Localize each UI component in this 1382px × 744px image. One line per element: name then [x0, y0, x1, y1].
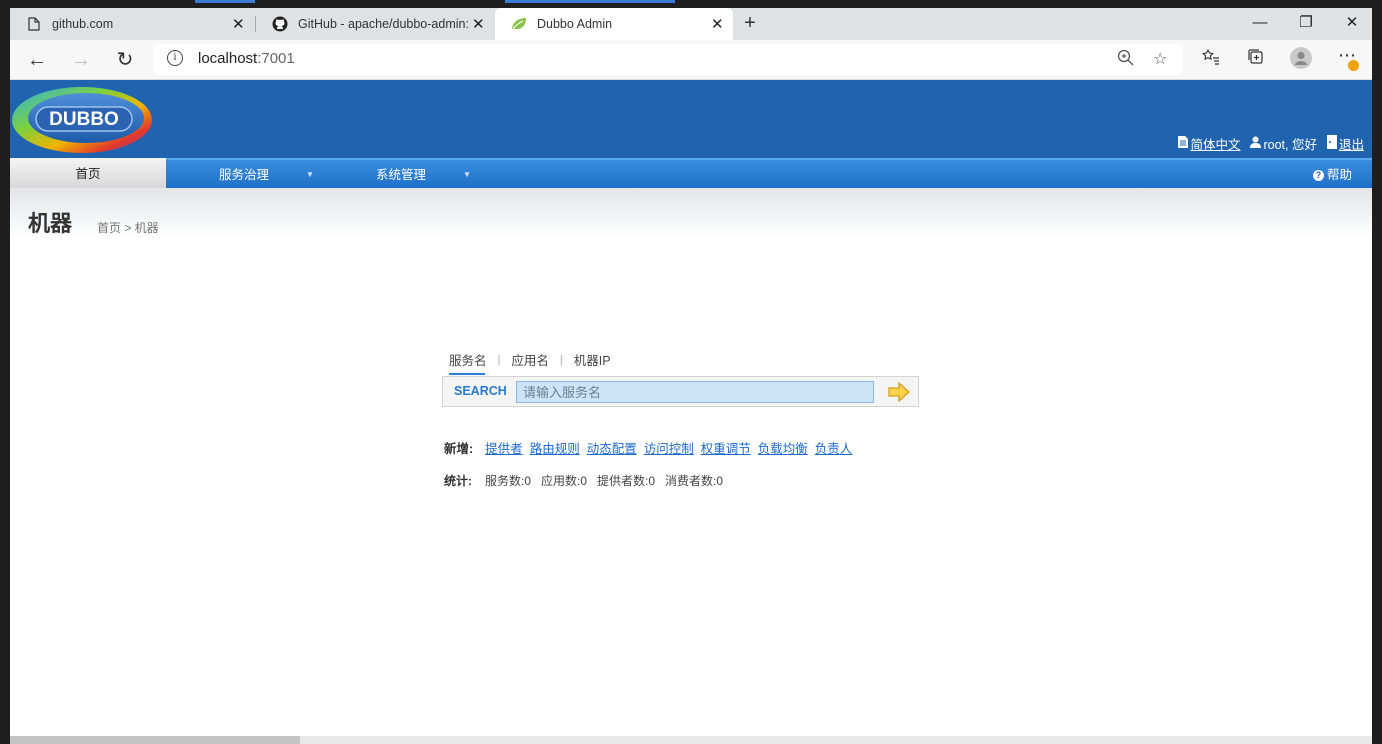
chevron-down-icon[interactable]: ▼ — [463, 160, 471, 190]
tab-dubbo-admin[interactable]: Dubbo Admin ✕ — [495, 8, 733, 40]
scrollbar-thumb[interactable] — [10, 736, 300, 744]
main-menu: 首页 服务治理 ▼ 系统管理 ▼ ? 帮助 — [10, 158, 1372, 188]
close-icon[interactable]: ✕ — [711, 15, 724, 33]
update-badge-icon — [1348, 60, 1359, 71]
stat-providers: 提供者数:0 — [597, 474, 656, 488]
file-icon — [26, 16, 42, 32]
link-weight[interactable]: 权重调节 — [701, 438, 751, 457]
tab-strip: github.com ✕ GitHub - apache/dubbo-admin… — [10, 8, 1372, 40]
search-label: SEARCH — [454, 384, 507, 398]
stat-applications: 应用数:0 — [541, 474, 588, 488]
github-icon — [272, 16, 288, 32]
link-access-control[interactable]: 访问控制 — [644, 438, 694, 457]
close-icon[interactable]: ✕ — [232, 15, 245, 33]
help-link[interactable]: ? 帮助 — [1312, 160, 1352, 190]
user-icon — [1250, 136, 1262, 151]
title-bar: 机器 首页 > 机器 — [10, 188, 1372, 238]
tab-machine-ip[interactable]: 机器IP — [572, 350, 613, 369]
help-text: 帮助 — [1326, 168, 1352, 182]
link-dynamic-config[interactable]: 动态配置 — [587, 438, 637, 457]
menu-home[interactable]: 首页 — [10, 158, 166, 188]
tab-github-com[interactable]: github.com ✕ — [10, 8, 254, 40]
url-host: localhost — [198, 50, 258, 67]
browser-window: github.com ✕ GitHub - apache/dubbo-admin… — [10, 8, 1372, 744]
language-link[interactable]: 简体中文 — [1178, 134, 1240, 153]
search-box: SEARCH — [442, 376, 919, 407]
link-provider[interactable]: 提供者 — [485, 438, 523, 457]
tab-service-name[interactable]: 服务名 — [447, 350, 489, 375]
profile-avatar-icon[interactable] — [1290, 47, 1312, 74]
address-bar[interactable]: i localhost:7001 ☆ — [153, 44, 1183, 75]
window-close-button[interactable]: ✕ — [1329, 8, 1372, 40]
new-label: 新增: — [444, 442, 474, 456]
header-links: 简体中文 root, 您好 退出 — [1178, 134, 1364, 153]
logout-door-icon — [1326, 135, 1337, 152]
logo-text: DUBBO — [49, 109, 119, 130]
stats-label: 统计: — [444, 474, 472, 488]
stat-services: 服务数:0 — [485, 474, 532, 488]
tab-label: Dubbo Admin — [537, 17, 613, 31]
logout-text[interactable]: 退出 — [1339, 134, 1364, 153]
leaf-icon — [511, 16, 527, 32]
star-icon[interactable]: ☆ — [1153, 49, 1167, 69]
forward-button[interactable]: → — [66, 46, 96, 74]
language-text[interactable]: 简体中文 — [1190, 134, 1240, 153]
page-title: 机器 — [28, 211, 73, 236]
menu-service-governance[interactable]: 服务治理 — [188, 160, 300, 188]
link-owner[interactable]: 负责人 — [815, 438, 853, 457]
refresh-button[interactable]: ↻ — [110, 46, 140, 74]
search-input[interactable] — [516, 381, 874, 403]
favorites-icon[interactable] — [1202, 48, 1220, 71]
horizontal-scrollbar[interactable] — [10, 736, 1372, 744]
page: DUBBO 简体中文 root, 您好 退出 首页 服务治理 ▼ 系统管理 ▼ … — [10, 80, 1372, 744]
new-links-row: 新增: 提供者 路由规则 动态配置 访问控制 权重调节 负载均衡 负责人 — [444, 438, 852, 457]
user-info: root, 您好 — [1250, 134, 1317, 153]
tab-divider: | — [559, 353, 563, 366]
dubbo-logo[interactable]: DUBBO — [10, 84, 155, 154]
stat-consumers: 消费者数:0 — [665, 474, 724, 488]
url-port: :7001 — [257, 50, 295, 67]
site-header: DUBBO 简体中文 root, 您好 退出 — [10, 80, 1372, 158]
taskbar-strip — [505, 0, 675, 3]
tab-app-name[interactable]: 应用名 — [509, 350, 551, 369]
minimize-button[interactable]: — — [1237, 8, 1283, 40]
chevron-down-icon[interactable]: ▼ — [306, 160, 314, 190]
close-icon[interactable]: ✕ — [472, 15, 485, 33]
restore-button[interactable]: ❐ — [1283, 8, 1329, 40]
tab-github-dubbo-admin[interactable]: GitHub - apache/dubbo-admin: a ✕ — [256, 8, 494, 40]
arrow-right-icon[interactable] — [887, 381, 911, 403]
link-route-rule[interactable]: 路由规则 — [530, 438, 580, 457]
tab-label: github.com — [52, 17, 114, 31]
tab-divider: | — [497, 353, 501, 366]
new-tab-button[interactable]: + — [738, 12, 762, 36]
user-greeting: root, 您好 — [1263, 138, 1317, 152]
address-bar-row: ← → ↻ i localhost:7001 ☆ ⋯ — [10, 40, 1372, 80]
stats-row: 统计: 服务数:0 应用数:0 提供者数:0 消费者数:0 — [444, 472, 723, 489]
link-load-balance[interactable]: 负载均衡 — [758, 438, 808, 457]
url-text: localhost:7001 — [198, 50, 295, 67]
menu-system-admin[interactable]: 系统管理 — [346, 160, 456, 188]
logout-link[interactable]: 退出 — [1326, 134, 1364, 153]
breadcrumb: 首页 > 机器 — [97, 221, 159, 235]
info-icon[interactable]: i — [167, 50, 183, 66]
search-type-tabs: 服务名 | 应用名 | 机器IP — [447, 350, 613, 375]
taskbar-strip — [195, 0, 255, 3]
tab-label: GitHub - apache/dubbo-admin: a — [298, 17, 470, 31]
back-button[interactable]: ← — [22, 46, 52, 74]
zoom-icon[interactable] — [1117, 49, 1135, 72]
collections-icon[interactable] — [1247, 48, 1265, 71]
document-icon — [1178, 136, 1189, 151]
help-icon: ? — [1312, 169, 1324, 181]
